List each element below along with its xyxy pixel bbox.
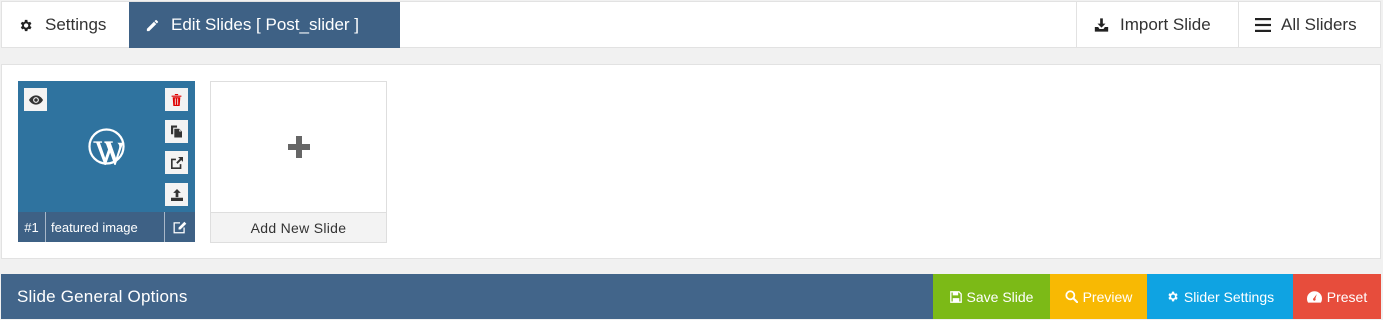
slide-number: #1	[18, 212, 46, 242]
tab-all-sliders-label: All Sliders	[1281, 15, 1357, 34]
top-tab-bar: Settings Edit Slides [ Post_slider ] Imp…	[1, 1, 1381, 48]
slide-thumbnail[interactable]	[18, 81, 195, 212]
slides-panel: #1 featured image Add New Slide	[1, 64, 1381, 259]
download-icon	[1093, 17, 1110, 33]
preset-button[interactable]: Preset	[1293, 274, 1381, 319]
add-new-slide-label: Add New Slide	[211, 212, 386, 242]
edit-icon[interactable]	[164, 212, 195, 242]
gear-icon	[1166, 290, 1184, 303]
tab-edit-slides[interactable]: Edit Slides [ Post_slider ]	[129, 2, 400, 48]
preview-label: Preview	[1082, 288, 1133, 305]
plus-icon	[288, 136, 310, 158]
slide-title[interactable]: featured image	[46, 212, 164, 242]
trash-icon[interactable]	[165, 88, 188, 111]
slide-general-options-bar: Slide General Options Save Slide Preview…	[1, 274, 1381, 319]
tab-settings-label: Settings	[45, 15, 107, 34]
eye-icon[interactable]	[24, 88, 47, 111]
tab-settings[interactable]: Settings	[2, 2, 129, 48]
pencil-icon	[145, 18, 160, 33]
share-icon[interactable]	[165, 151, 188, 174]
menu-icon	[1255, 18, 1271, 32]
add-new-slide-button[interactable]: Add New Slide	[210, 81, 387, 243]
slide-footer: #1 featured image	[18, 212, 195, 242]
preview-button[interactable]: Preview	[1050, 274, 1147, 319]
search-icon	[1065, 290, 1083, 303]
save-slide-button[interactable]: Save Slide	[933, 274, 1050, 319]
floppy-icon	[949, 290, 967, 303]
duplicate-icon[interactable]	[165, 120, 188, 143]
tab-import-slide-label: Import Slide	[1120, 15, 1211, 34]
slider-settings-label: Slider Settings	[1183, 288, 1275, 305]
upload-icon[interactable]	[165, 183, 188, 206]
save-slide-label: Save Slide	[966, 288, 1034, 305]
preset-label: Preset	[1326, 288, 1368, 305]
slide-card[interactable]: #1 featured image	[18, 81, 195, 242]
slider-settings-button[interactable]: Slider Settings	[1147, 274, 1293, 319]
tab-edit-slides-label: Edit Slides [ Post_slider ]	[171, 15, 360, 34]
options-bar-title: Slide General Options	[17, 286, 188, 306]
dashboard-icon	[1306, 290, 1327, 303]
tab-import-slide[interactable]: Import Slide	[1076, 2, 1238, 48]
tab-all-sliders[interactable]: All Sliders	[1238, 2, 1382, 48]
wordpress-logo-icon	[88, 128, 125, 167]
gear-icon	[18, 18, 33, 33]
